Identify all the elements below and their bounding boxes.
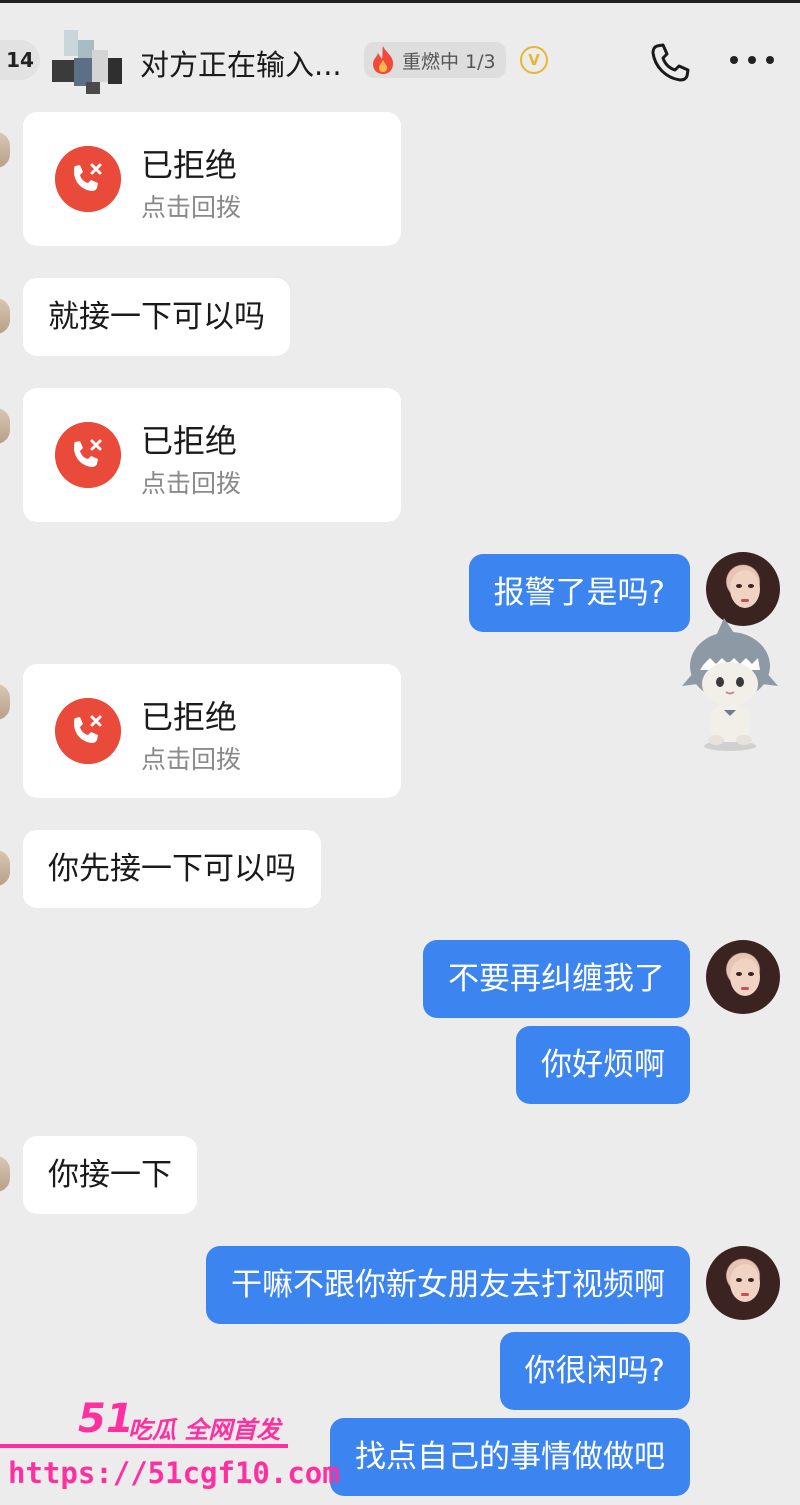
user-avatar[interactable] [706,1246,780,1320]
cat-shark-sticker[interactable] [680,614,780,754]
more-icon[interactable] [730,48,774,72]
call-status: 已拒绝 [141,698,238,736]
contact-avatar-small[interactable] [0,298,10,334]
contact-avatar-small[interactable] [0,132,10,168]
watermark-brand-text: 吃瓜 全网首发 [128,1416,281,1444]
call-back-link[interactable]: 点击回拨 [141,188,241,224]
declined-call-card[interactable]: 已拒绝 点击回拨 [23,664,401,798]
phone-icon[interactable] [648,40,692,84]
declined-call-icon [55,698,121,764]
typing-status: 对方正在输入... [140,48,342,82]
sent-message[interactable]: 干嘛不跟你新女朋友去打视频啊 [206,1246,690,1324]
top-divider [0,0,800,3]
watermark-url: https://51cgf10.com [8,1456,340,1490]
watermark-divider [0,1444,288,1448]
call-back-link[interactable]: 点击回拨 [141,464,241,500]
sent-message[interactable]: 你很闲吗? [499,1332,690,1410]
rekindle-label: 重燃中 1/3 [402,50,496,73]
back-unread-badge[interactable]: 14 [0,40,40,80]
vip-badge-icon: V [520,46,548,74]
received-message[interactable]: 你先接一下可以吗 [23,830,321,908]
received-message[interactable]: 你接一下 [23,1136,197,1214]
flame-icon [373,46,394,74]
rekindle-tag[interactable]: 重燃中 1/3 [364,42,506,78]
contact-avatar-small[interactable] [0,850,10,886]
declined-call-card[interactable]: 已拒绝 点击回拨 [23,388,401,522]
user-avatar[interactable] [706,940,780,1014]
more-dot [730,56,738,64]
contact-avatar-small[interactable] [0,684,10,720]
contact-avatar[interactable] [50,28,128,94]
call-status: 已拒绝 [141,146,238,184]
more-dot [748,56,756,64]
sent-message[interactable]: 找点自己的事情做做吧 [330,1418,690,1496]
declined-call-card[interactable]: 已拒绝 点击回拨 [23,112,401,246]
received-message[interactable]: 就接一下可以吗 [23,278,290,356]
contact-avatar-small[interactable] [0,408,10,444]
call-back-link[interactable]: 点击回拨 [141,740,241,776]
sent-message[interactable]: 你好烦啊 [516,1026,690,1104]
sent-message[interactable]: 不要再纠缠我了 [423,940,690,1018]
sent-message[interactable]: 报警了是吗? [468,554,690,632]
contact-avatar-small[interactable] [0,1156,10,1192]
declined-call-icon [55,422,121,488]
watermark-brand-number: 51 [78,1396,134,1442]
chat-header: 14 对方正在输入... 重燃中 1/3 V [0,0,800,118]
more-dot [766,56,774,64]
declined-call-icon [55,146,121,212]
call-status: 已拒绝 [141,422,238,460]
